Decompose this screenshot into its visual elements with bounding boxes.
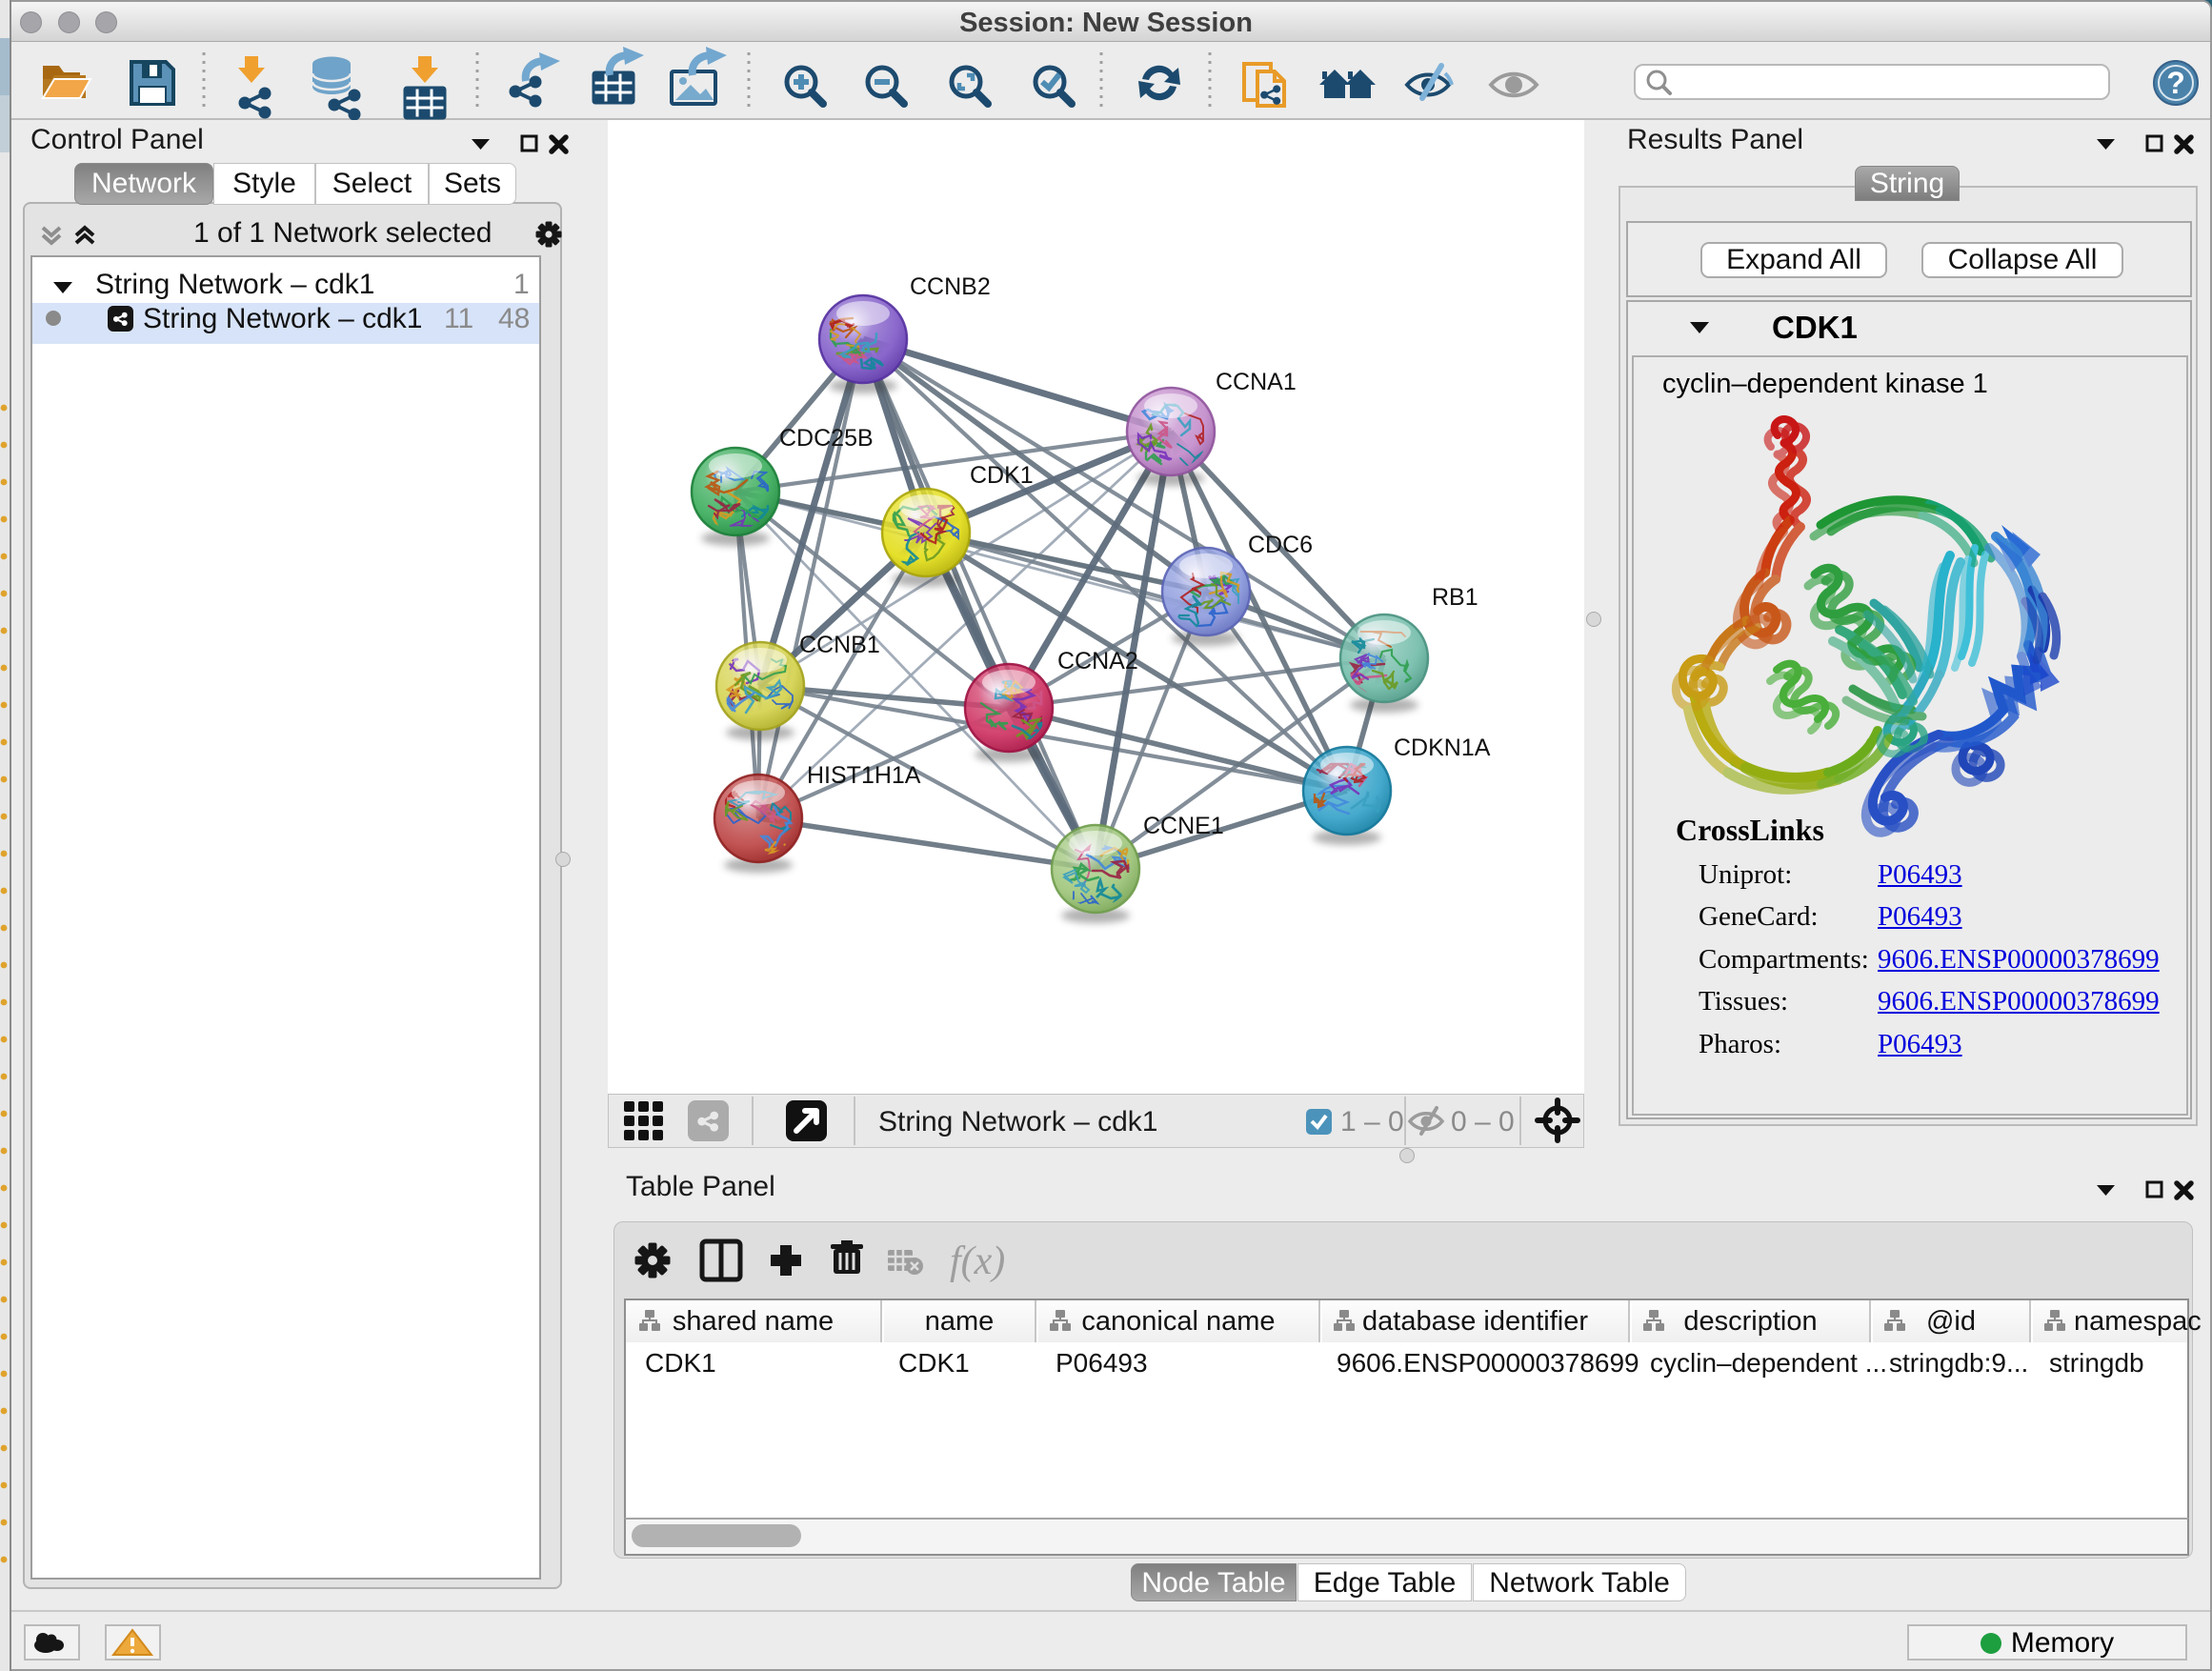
svg-text:CCNE1: CCNE1 bbox=[1143, 813, 1224, 839]
svg-text:CDC6: CDC6 bbox=[1248, 532, 1313, 558]
svg-text:?: ? bbox=[2166, 66, 2185, 100]
svg-text:RB1: RB1 bbox=[1432, 584, 1478, 611]
svg-text:CCNA1: CCNA1 bbox=[1216, 369, 1297, 395]
svg-text:1 – 0: 1 – 0 bbox=[1340, 1106, 1404, 1137]
svg-text:HIST1H1A: HIST1H1A bbox=[807, 762, 921, 789]
svg-text:String Network – cdk1: String Network – cdk1 bbox=[878, 1106, 1157, 1137]
svg-text:CCNB1: CCNB1 bbox=[799, 632, 880, 658]
svg-text:CDKN1A: CDKN1A bbox=[1394, 735, 1491, 761]
svg-text:CCNB2: CCNB2 bbox=[910, 273, 991, 300]
svg-text:f(x): f(x) bbox=[950, 1239, 1005, 1283]
svg-text:CDC25B: CDC25B bbox=[779, 425, 874, 452]
svg-text:CDK1: CDK1 bbox=[970, 462, 1034, 489]
svg-text:CCNA2: CCNA2 bbox=[1057, 648, 1138, 674]
svg-text:0 – 0: 0 – 0 bbox=[1451, 1106, 1515, 1137]
